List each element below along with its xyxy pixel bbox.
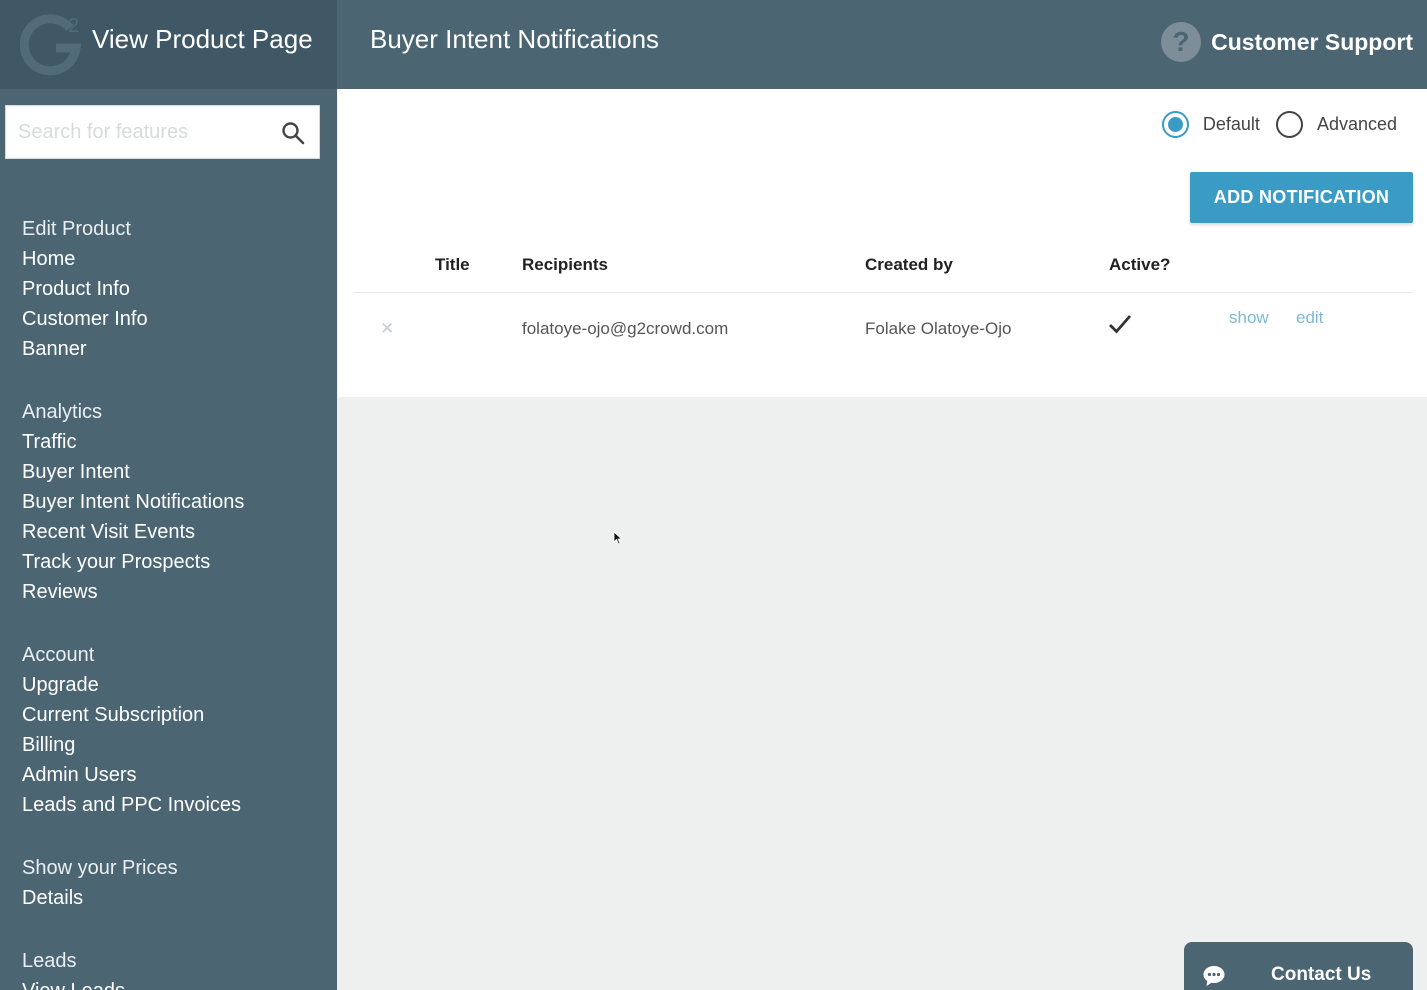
sidebar-item-buyer-intent-notifications[interactable]: Buyer Intent Notifications [22, 487, 332, 517]
radio-default[interactable]: Default [1161, 110, 1260, 138]
sidebar-nav: Edit Product Home Product Info Customer … [22, 214, 332, 990]
column-header-recipients: Recipients [522, 255, 608, 274]
notifications-table: Title Recipients Created by Active? ✕ fo… [354, 237, 1413, 361]
sidebar-item-traffic[interactable]: Traffic [22, 427, 332, 457]
add-notification-button[interactable]: ADD NOTIFICATION [1190, 172, 1413, 223]
table-header: Title Recipients Created by Active? [354, 237, 1413, 293]
sidebar: Edit Product Home Product Info Customer … [0, 89, 337, 990]
sidebar-item-banner[interactable]: Banner [22, 334, 332, 364]
cell-recipients: folatoye-ojo@g2crowd.com [522, 319, 729, 338]
sidebar-item-details[interactable]: Details [22, 883, 332, 913]
sidebar-item-current-subscription[interactable]: Current Subscription [22, 700, 332, 730]
g2-logo-icon: 2 [20, 14, 82, 76]
sidebar-item-admin-users[interactable]: Admin Users [22, 760, 332, 790]
sidebar-item-reviews[interactable]: Reviews [22, 577, 332, 607]
question-icon: ? [1161, 22, 1202, 62]
sidebar-item-billing[interactable]: Billing [22, 730, 332, 760]
nav-heading-show-your-prices: Show your Prices [22, 857, 178, 879]
nav-group-prices: Show your Prices Details [22, 853, 332, 913]
page-title: Buyer Intent Notifications [370, 24, 660, 54]
radio-default-label: Default [1202, 113, 1260, 134]
table-row: ✕ folatoye-ojo@g2crowd.com Folake Olatoy… [354, 293, 1413, 361]
contact-us-button[interactable]: Contact Us [1184, 942, 1413, 990]
view-product-page-link[interactable]: View Product Page [92, 24, 313, 55]
cell-created-by: Folake Olatoye-Ojo [865, 319, 1012, 338]
contact-us-label: Contact Us [1271, 964, 1372, 985]
sidebar-item-buyer-intent[interactable]: Buyer Intent [22, 457, 332, 487]
nav-heading-edit-product: Edit Product [22, 218, 131, 240]
radio-advanced-circle[interactable] [1275, 110, 1303, 138]
radio-advanced[interactable]: Advanced [1275, 110, 1397, 138]
checkmark-icon [1109, 315, 1132, 334]
customer-support-label: Customer Support [1211, 28, 1413, 55]
column-header-title: Title [435, 255, 470, 274]
nav-heading-account: Account [22, 644, 95, 666]
search-icon[interactable] [281, 121, 305, 145]
show-link[interactable]: show [1229, 308, 1269, 328]
nav-group-account: Account Upgrade Current Subscription Bil… [22, 640, 332, 820]
sidebar-item-leads-ppc-invoices[interactable]: Leads and PPC Invoices [22, 790, 332, 820]
brand-area[interactable]: 2 View Product Page [0, 0, 337, 89]
sidebar-item-home[interactable]: Home [22, 244, 332, 274]
column-header-active: Active? [1109, 255, 1171, 274]
radio-default-circle[interactable] [1161, 110, 1189, 138]
sidebar-item-view-leads[interactable]: View Leads [22, 976, 332, 990]
sidebar-item-upgrade[interactable]: Upgrade [22, 670, 332, 700]
radio-advanced-label: Advanced [1316, 113, 1397, 134]
search-input[interactable] [18, 106, 268, 158]
sidebar-item-product-info[interactable]: Product Info [22, 274, 332, 304]
edit-link[interactable]: edit [1296, 308, 1323, 328]
nav-heading-leads: Leads [22, 950, 77, 972]
mouse-pointer-icon [613, 531, 623, 545]
customer-support-button[interactable]: ? Customer Support [1161, 20, 1413, 64]
svg-text:2: 2 [68, 15, 79, 37]
delete-icon[interactable]: ✕ [380, 319, 394, 339]
search-box [5, 105, 320, 159]
chat-bubble-icon [1203, 966, 1225, 986]
sidebar-item-customer-info[interactable]: Customer Info [22, 304, 332, 334]
mode-radio-group: Default Advanced [1146, 109, 1397, 139]
sidebar-item-recent-visit-events[interactable]: Recent Visit Events [22, 517, 332, 547]
nav-group-edit-product: Edit Product Home Product Info Customer … [22, 214, 332, 364]
top-header: 2 View Product Page Buyer Intent Notific… [0, 0, 1427, 89]
notifications-panel: Default Advanced ADD NOTIFICATION Title … [338, 89, 1427, 397]
sidebar-item-track-your-prospects[interactable]: Track your Prospects [22, 547, 332, 577]
column-header-created-by: Created by [865, 255, 953, 274]
nav-group-leads: Leads View Leads [22, 946, 332, 990]
nav-heading-analytics: Analytics [22, 401, 103, 423]
nav-group-analytics: Analytics Traffic Buyer Intent Buyer Int… [22, 397, 332, 607]
